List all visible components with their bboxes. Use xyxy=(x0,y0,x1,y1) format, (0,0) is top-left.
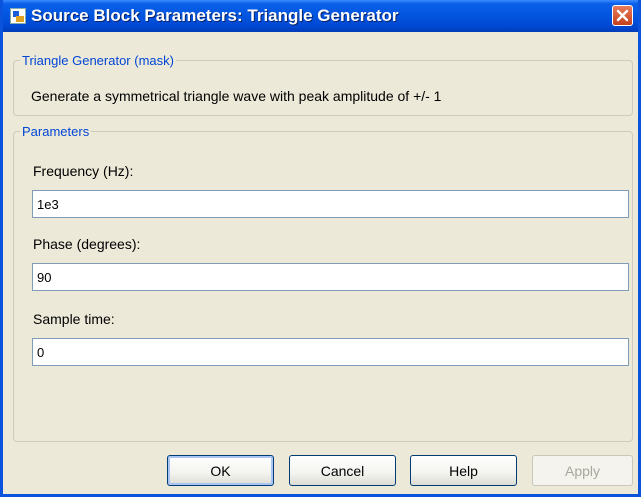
title-bar[interactable]: Source Block Parameters: Triangle Genera… xyxy=(3,0,638,32)
sample-time-label: Sample time: xyxy=(33,311,115,327)
help-button[interactable]: Help xyxy=(410,455,517,486)
close-icon xyxy=(616,9,629,22)
simulink-block-icon xyxy=(10,8,26,24)
mask-group-legend: Triangle Generator (mask) xyxy=(22,53,174,68)
phase-label: Phase (degrees): xyxy=(33,236,141,252)
window-title: Source Block Parameters: Triangle Genera… xyxy=(31,6,399,25)
ok-button[interactable]: OK xyxy=(167,455,274,486)
mask-group: Triangle Generator (mask) xyxy=(13,53,633,116)
mask-description: Generate a symmetrical triangle wave wit… xyxy=(31,88,442,104)
phase-input[interactable] xyxy=(32,263,629,291)
dialog-window: Source Block Parameters: Triangle Genera… xyxy=(0,0,641,497)
sample-time-input[interactable] xyxy=(32,338,629,366)
frequency-input[interactable] xyxy=(32,190,629,218)
close-button[interactable] xyxy=(612,5,633,26)
cancel-button[interactable]: Cancel xyxy=(289,455,396,486)
frequency-label: Frequency (Hz): xyxy=(33,163,134,179)
apply-button[interactable]: Apply xyxy=(532,455,633,486)
parameters-group-legend: Parameters xyxy=(22,124,90,139)
